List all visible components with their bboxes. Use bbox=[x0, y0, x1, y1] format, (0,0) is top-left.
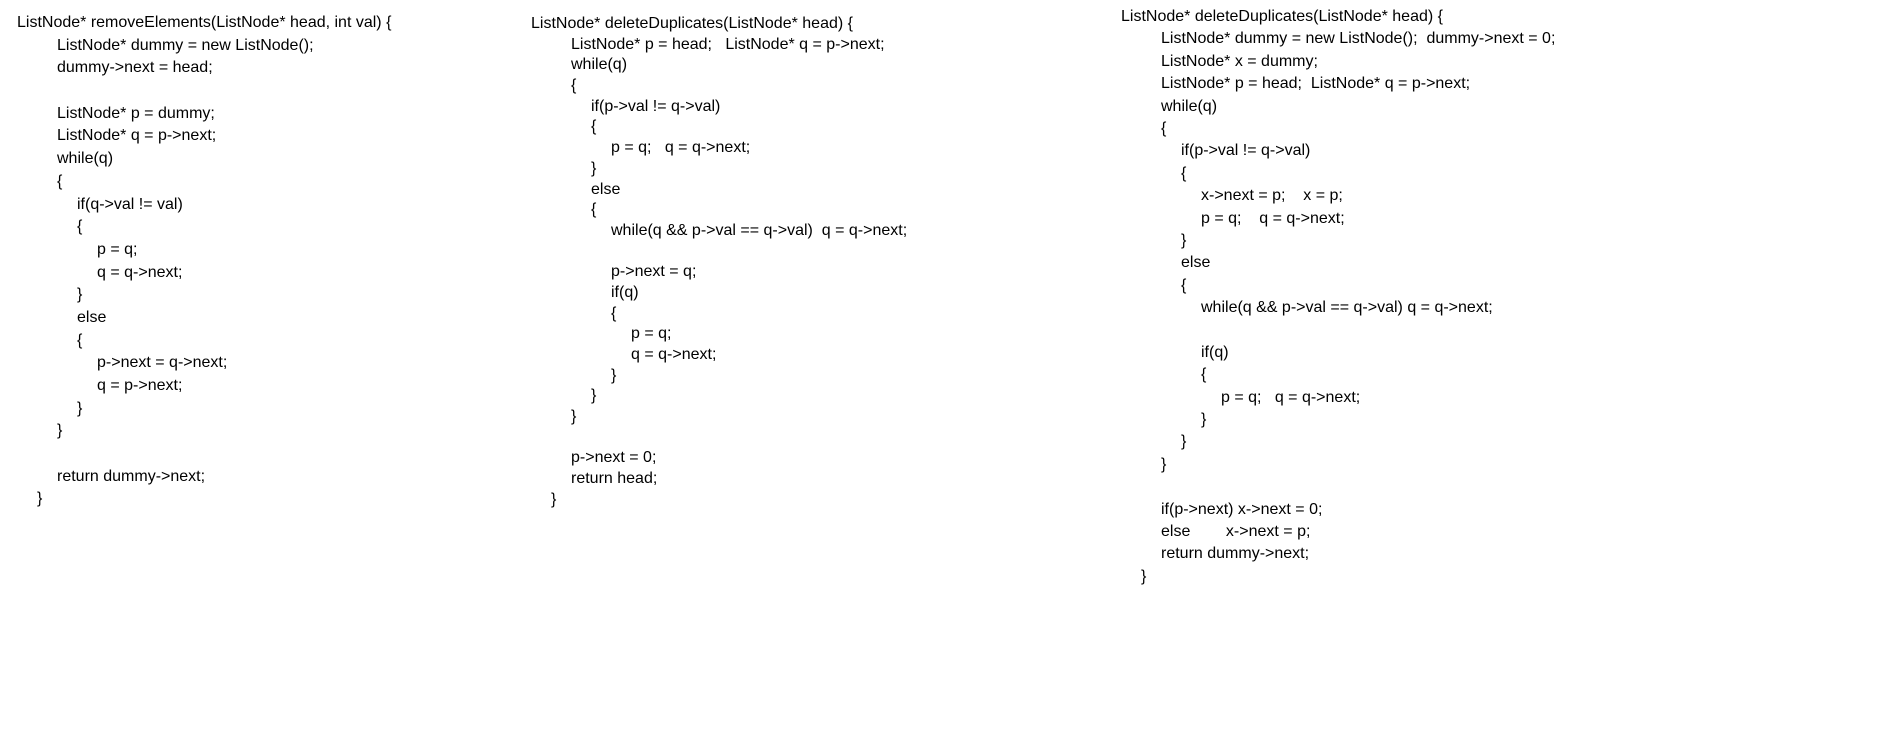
code-line: } bbox=[591, 387, 597, 405]
code-line: p = q; bbox=[97, 240, 138, 258]
code-line: p = q; bbox=[631, 325, 672, 343]
delete-duplicates-code-2: ListNode* deleteDuplicates(ListNode* hea… bbox=[1121, 6, 1555, 588]
code-line: ListNode* q = p->next; bbox=[57, 127, 217, 145]
code-line: if(q->val != val) bbox=[77, 195, 183, 213]
code-line: while(q && p->val == q->val) q = q->next… bbox=[1201, 299, 1493, 317]
code-line: else bbox=[591, 180, 621, 198]
code-line: return dummy->next; bbox=[57, 467, 206, 485]
code-line: q = q->next; bbox=[97, 263, 183, 281]
code-line: { bbox=[1161, 119, 1167, 137]
code-line: else bbox=[1181, 254, 1211, 272]
code-line: ListNode* p = head; ListNode* q = p->nex… bbox=[1161, 75, 1471, 93]
code-line: } bbox=[591, 159, 597, 177]
code-line: p->next = q; bbox=[611, 263, 697, 281]
code-line: { bbox=[1181, 164, 1187, 182]
code-line: } bbox=[1181, 433, 1187, 451]
code-line: while(q) bbox=[1161, 97, 1218, 115]
code-line: } bbox=[551, 490, 557, 508]
code-line: return dummy->next; bbox=[1161, 545, 1310, 563]
code-line: ListNode* dummy = new ListNode(); dummy-… bbox=[1161, 30, 1556, 48]
code-line: { bbox=[591, 201, 597, 219]
code-line: p = q; q = q->next; bbox=[611, 139, 751, 157]
code-line: } bbox=[77, 286, 83, 304]
code-line: ListNode* p = dummy; bbox=[57, 104, 215, 122]
code-line: { bbox=[1201, 366, 1207, 384]
code-line: } bbox=[571, 408, 577, 426]
code-line: if(p->next) x->next = 0; bbox=[1161, 500, 1323, 518]
code-line: { bbox=[77, 218, 83, 236]
code-line: else bbox=[77, 308, 107, 326]
code-line: if(p->val != q->val) bbox=[591, 97, 721, 115]
code-line: ListNode* dummy = new ListNode(); bbox=[57, 36, 314, 54]
code-line: ListNode* p = head; ListNode* q = p->nex… bbox=[571, 35, 885, 53]
code-line: ListNode* x = dummy; bbox=[1161, 52, 1318, 70]
code-line: return head; bbox=[571, 470, 658, 488]
code-line: p->next = 0; bbox=[571, 449, 657, 467]
code-line: q = q->next; bbox=[631, 346, 717, 363]
delete-duplicates-code-1: ListNode* deleteDuplicates(ListNode* hea… bbox=[531, 14, 907, 511]
remove-elements-code: ListNode* removeElements(ListNode* head,… bbox=[17, 12, 391, 511]
code-line: p->next = q->next; bbox=[97, 354, 228, 372]
code-line: dummy->next = head; bbox=[57, 59, 213, 77]
code-line: } bbox=[77, 399, 83, 417]
code-line: if(p->val != q->val) bbox=[1181, 142, 1311, 160]
code-line: ListNode* removeElements(ListNode* head,… bbox=[17, 14, 392, 31]
code-line: } bbox=[611, 366, 617, 384]
code-line: } bbox=[57, 422, 63, 440]
code-line: { bbox=[611, 304, 617, 322]
code-line: } bbox=[1181, 231, 1187, 249]
code-line: } bbox=[1141, 567, 1147, 585]
code-line: { bbox=[591, 118, 597, 136]
code-line: } bbox=[1161, 455, 1167, 473]
code-line: if(q) bbox=[611, 283, 639, 301]
code-line: } bbox=[1201, 411, 1207, 429]
code-line: while(q && p->val == q->val) q = q->next… bbox=[611, 221, 908, 239]
code-line: if(q) bbox=[1201, 343, 1229, 361]
code-line: while(q) bbox=[571, 56, 628, 74]
code-line: q = p->next; bbox=[97, 377, 183, 394]
code-line: { bbox=[1181, 276, 1187, 294]
code-line: { bbox=[57, 172, 63, 190]
code-line: p = q; q = q->next; bbox=[1201, 209, 1345, 227]
code-line: { bbox=[571, 77, 577, 95]
code-line: ListNode* deleteDuplicates(ListNode* hea… bbox=[531, 15, 853, 32]
code-line: } bbox=[37, 490, 43, 508]
code-line: while(q) bbox=[57, 150, 114, 168]
code-line: else x->next = p; bbox=[1161, 522, 1311, 540]
code-line: x->next = p; x = p; bbox=[1201, 187, 1343, 205]
code-line: ListNode* deleteDuplicates(ListNode* hea… bbox=[1121, 8, 1443, 25]
code-line: p = q; q = q->next; bbox=[1221, 388, 1361, 406]
code-line: { bbox=[77, 331, 83, 349]
